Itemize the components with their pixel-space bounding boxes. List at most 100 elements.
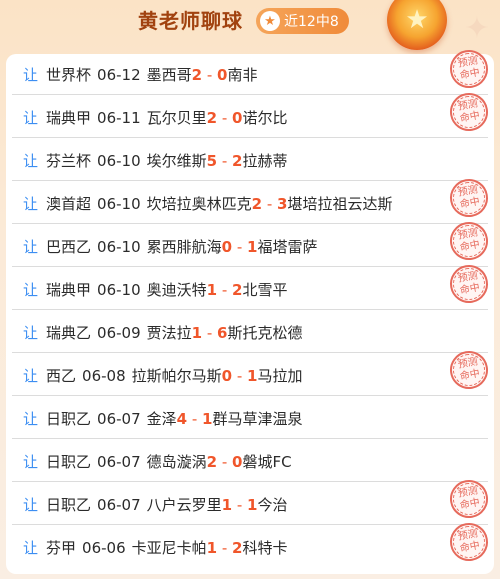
home-score: 1: [191, 324, 203, 342]
home-score: 2: [251, 195, 263, 213]
match-date: 06-11: [97, 109, 141, 127]
stamp-text: 预测 命中: [450, 50, 488, 88]
away-score: 1: [202, 410, 213, 428]
league-name: 日职乙: [46, 453, 92, 471]
home-team: 八户云罗里: [146, 496, 222, 514]
away-team: 斯托克松德: [227, 324, 303, 342]
match-row[interactable]: 让西乙 06-08 拉斯帕尔马斯0 - 1马拉加 预测 命中: [12, 347, 492, 396]
score-separator: -: [232, 496, 248, 514]
home-score: 2: [206, 453, 218, 471]
match-row[interactable]: 让瑞典甲 06-10 奥迪沃特1 - 2北雪平 预测 命中: [12, 261, 492, 310]
away-team: 磐城FC: [242, 453, 292, 471]
match-row[interactable]: 让瑞典甲 06-11 瓦尔贝里2 - 0诺尔比 预测 命中: [12, 89, 492, 138]
home-team: 奥迪沃特: [146, 281, 207, 299]
league-name: 西乙: [46, 367, 77, 385]
match-date: 06-08: [82, 367, 126, 385]
match-row[interactable]: 让世界杯 06-12 墨西哥2 - 0南非 预测 命中: [12, 46, 492, 95]
bet-label: 让: [23, 195, 39, 213]
sparkle-icon: ✦: [464, 11, 490, 46]
prediction-hit-stamp: 预测 命中: [446, 347, 492, 393]
match-row[interactable]: 让巴西乙 06-10 累西腓航海0 - 1福塔雷萨 预测 命中: [12, 218, 492, 267]
match-text: 让日职乙 06-07 德岛漩涡2 - 0磐城FC: [23, 443, 292, 481]
away-score: 6: [217, 324, 228, 342]
prediction-hit-stamp: 预测 命中: [446, 175, 492, 221]
bet-label: 让: [23, 324, 39, 342]
away-score: 2: [232, 152, 243, 170]
star-icon: ★: [260, 11, 280, 31]
stamp-text: 预测 命中: [450, 523, 488, 561]
match-text: 让瑞典甲 06-10 奥迪沃特1 - 2北雪平: [23, 271, 287, 309]
match-row[interactable]: 让芬兰杯 06-10 埃尔维斯5 - 2拉赫蒂: [12, 142, 488, 181]
match-row[interactable]: 让澳首超 06-10 坎培拉奥林匹克2 - 3堪培拉祖云达斯 预测 命中: [12, 175, 492, 224]
bet-label: 让: [23, 152, 39, 170]
league-name: 芬兰杯: [46, 152, 92, 170]
prediction-hit-stamp: 预测 命中: [446, 46, 492, 92]
home-score: 0: [221, 367, 233, 385]
away-score: 0: [232, 453, 243, 471]
score-separator: -: [232, 238, 248, 256]
home-score: 4: [176, 410, 188, 428]
match-text: 让瑞典甲 06-11 瓦尔贝里2 - 0诺尔比: [23, 99, 287, 137]
match-text: 让芬兰杯 06-10 埃尔维斯5 - 2拉赫蒂: [23, 142, 287, 180]
away-team: 南非: [227, 66, 258, 84]
stamp-text: 预测 命中: [450, 480, 488, 518]
score-separator: -: [262, 195, 278, 213]
home-score: 2: [191, 66, 203, 84]
match-row[interactable]: 让日职乙 06-07 八户云罗里1 - 1今治 预测 命中: [12, 476, 492, 525]
stamp-text: 预测 命中: [450, 351, 488, 389]
prediction-hit-stamp: 预测 命中: [446, 519, 492, 565]
match-date: 06-06: [82, 539, 126, 557]
away-team: 堪培拉祖云达斯: [287, 195, 393, 213]
league-name: 世界杯: [46, 66, 92, 84]
page-title: 黄老师聊球: [138, 9, 243, 33]
match-text: 让芬甲 06-06 卡亚尼卡帕1 - 2科特卡: [23, 529, 287, 567]
score-separator: -: [202, 324, 218, 342]
record-badge: ★ 近12中8: [256, 8, 349, 34]
stamp-text: 预测 命中: [450, 265, 488, 303]
away-score: 1: [247, 238, 258, 256]
league-name: 澳首超: [46, 195, 92, 213]
bet-label: 让: [23, 367, 39, 385]
match-row[interactable]: 让日职乙 06-07 德岛漩涡2 - 0磐城FC: [12, 443, 488, 482]
stamp-text: 预测 命中: [450, 93, 488, 131]
home-score: 1: [221, 496, 233, 514]
bet-label: 让: [23, 281, 39, 299]
league-name: 日职乙: [46, 496, 92, 514]
match-text: 让世界杯 06-12 墨西哥2 - 0南非: [23, 56, 257, 94]
home-team: 瓦尔贝里: [146, 109, 207, 127]
home-team: 埃尔维斯: [146, 152, 207, 170]
match-row[interactable]: 让瑞典乙 06-09 贾法拉1 - 6斯托克松德: [12, 314, 488, 353]
bet-label: 让: [23, 66, 39, 84]
away-team: 群马草津温泉: [212, 410, 303, 428]
away-team: 今治: [257, 496, 288, 514]
score-separator: -: [202, 66, 218, 84]
home-team: 拉斯帕尔马斯: [131, 367, 222, 385]
match-date: 06-07: [97, 410, 141, 428]
away-score: 2: [232, 281, 243, 299]
away-score: 1: [247, 496, 258, 514]
league-name: 瑞典甲: [46, 281, 92, 299]
score-separator: -: [217, 109, 233, 127]
header: 黄老师聊球 ★ 近12中8 ★ ✦: [0, 0, 500, 50]
away-team: 拉赫蒂: [242, 152, 288, 170]
prediction-hit-stamp: 预测 命中: [446, 261, 492, 307]
home-score: 2: [206, 109, 218, 127]
match-row[interactable]: 让芬甲 06-06 卡亚尼卡帕1 - 2科特卡 预测 命中: [12, 519, 492, 567]
home-score: 5: [206, 152, 218, 170]
home-team: 墨西哥: [146, 66, 192, 84]
away-team: 福塔雷萨: [257, 238, 318, 256]
stamp-text: 预测 命中: [450, 179, 488, 217]
bet-label: 让: [23, 109, 39, 127]
prediction-hit-stamp: 预测 命中: [446, 476, 492, 522]
bet-label: 让: [23, 496, 39, 514]
match-text: 让瑞典乙 06-09 贾法拉1 - 6斯托克松德: [23, 314, 302, 352]
match-date: 06-12: [97, 66, 141, 84]
match-row[interactable]: 让日职乙 06-07 金泽4 - 1群马草津温泉: [12, 400, 488, 439]
home-team: 贾法拉: [146, 324, 192, 342]
home-team: 德岛漩涡: [146, 453, 207, 471]
prediction-hit-stamp: 预测 命中: [446, 89, 492, 135]
bet-label: 让: [23, 453, 39, 471]
score-separator: -: [187, 410, 203, 428]
away-team: 诺尔比: [242, 109, 288, 127]
home-team: 卡亚尼卡帕: [131, 539, 207, 557]
